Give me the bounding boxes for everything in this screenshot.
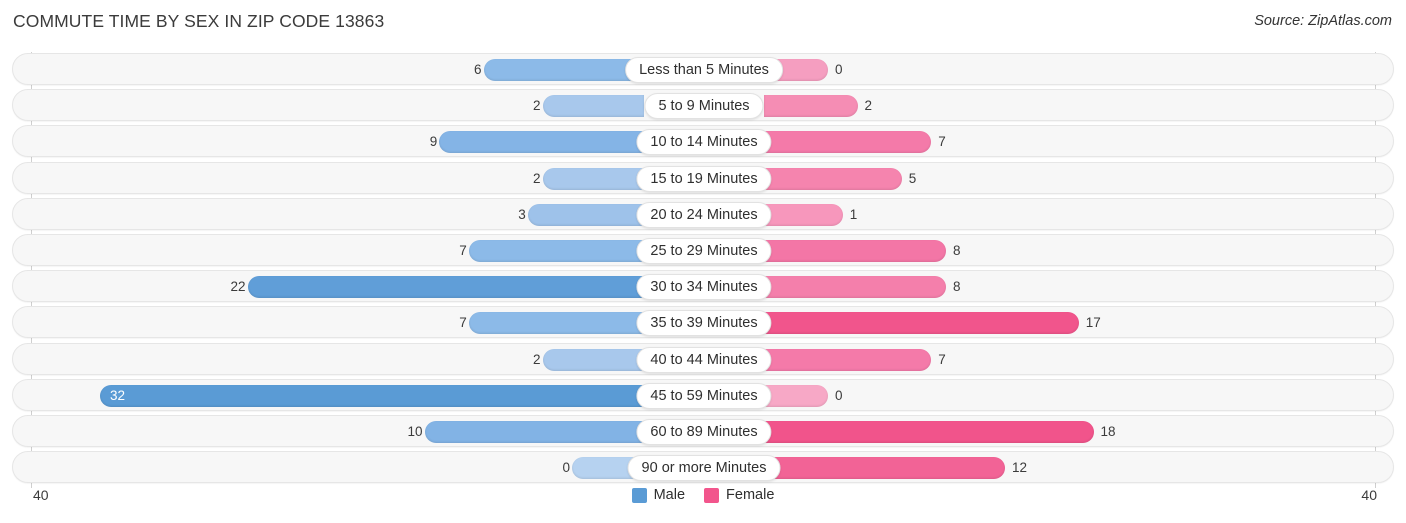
bar-male[interactable] (542, 348, 644, 371)
source-attribution: Source: ZipAtlas.com (1254, 13, 1392, 29)
bar-female[interactable] (764, 95, 858, 118)
value-label-female: 12 (1012, 460, 1028, 476)
bar-male[interactable] (468, 312, 644, 335)
category-label-pill[interactable]: 5 to 9 Minutes (644, 93, 764, 120)
bar-female[interactable] (764, 312, 1079, 335)
bar-female[interactable] (764, 457, 1005, 480)
legend-label-female: Female (726, 487, 775, 503)
value-label-male: 22 (230, 279, 246, 295)
value-label-male: 7 (459, 243, 467, 258)
table-row[interactable]: 6 0 Less than 5 Minutes (12, 53, 1394, 85)
legend-swatch-female-icon (704, 487, 720, 503)
table-row[interactable]: 2 5 15 to 19 Minutes (12, 161, 1394, 194)
value-label-female: 5 (908, 170, 917, 186)
table-row[interactable]: 0 12 90 or more Minutes (12, 451, 1394, 484)
table-row[interactable]: 2 2 5 to 9 Minutes (12, 89, 1394, 122)
table-row[interactable]: 7 17 35 to 39 Minutes (12, 306, 1394, 339)
bar-female[interactable] (764, 384, 828, 407)
plot-area: 6 0 Less than 5 Minutes 2 2 5 to 9 Minutes 9 7 1… (0, 52, 1406, 488)
category-label-pill[interactable]: 60 to 89 Minutes (636, 419, 772, 445)
table-row[interactable]: 10 18 60 to 89 Minutes (12, 415, 1394, 447)
value-label-female: 1 (849, 206, 858, 222)
legend-swatch-male-icon (631, 487, 647, 503)
category-label-pill[interactable]: 15 to 19 Minutes (636, 165, 772, 192)
value-label-female: 18 (1100, 424, 1116, 439)
bar-female[interactable] (764, 240, 946, 262)
category-label-pill[interactable]: 40 to 44 Minutes (636, 346, 772, 373)
value-label-male: 32 (110, 387, 126, 403)
value-label-male: 9 (429, 134, 438, 150)
bar-male[interactable] (247, 276, 644, 299)
category-label-pill[interactable]: 20 to 24 Minutes (636, 201, 772, 228)
value-label-female: 7 (938, 134, 946, 150)
bar-male[interactable] (542, 95, 644, 118)
value-label-male: 7 (459, 315, 467, 331)
value-label-male: 10 (407, 424, 423, 439)
value-label-female: 8 (953, 279, 961, 295)
value-label-male: 2 (532, 98, 541, 114)
bar-male[interactable] (527, 203, 644, 226)
value-label-male: 6 (473, 62, 482, 77)
table-row[interactable]: 32 0 45 to 59 Minutes (12, 378, 1394, 411)
category-label-pill[interactable]: 90 or more Minutes (627, 455, 781, 482)
value-label-male: 3 (518, 206, 526, 222)
value-label-male: 2 (532, 170, 541, 186)
bar-female[interactable] (764, 348, 932, 371)
value-label-male: 2 (532, 351, 541, 367)
page-title: COMMUTE TIME BY SEX IN ZIP CODE 13863 (13, 11, 385, 31)
commute-time-chart: COMMUTE TIME BY SEX IN ZIP CODE 13863 So… (0, 0, 1406, 523)
table-row[interactable]: 3 1 20 to 24 Minutes (12, 197, 1394, 230)
legend-label-male: Male (653, 487, 686, 503)
bar-male[interactable] (483, 59, 644, 81)
category-label-pill[interactable]: 25 to 29 Minutes (636, 238, 772, 264)
table-row[interactable]: 9 7 10 to 14 Minutes (12, 125, 1394, 158)
category-label-pill[interactable]: Less than 5 Minutes (625, 57, 783, 83)
bar-male[interactable] (100, 384, 644, 407)
bar-female[interactable] (764, 203, 843, 226)
value-label-female: 7 (938, 351, 946, 367)
chart-footer: 40 40 Male Female (0, 482, 1406, 523)
bar-female[interactable] (764, 276, 946, 299)
value-label-male: 0 (562, 460, 570, 476)
category-label-pill[interactable]: 30 to 34 Minutes (636, 274, 772, 301)
value-label-female: 2 (864, 98, 873, 114)
bar-male[interactable] (439, 131, 644, 154)
bar-male[interactable] (468, 240, 644, 262)
bar-male[interactable] (424, 421, 644, 443)
category-label-pill[interactable]: 10 to 14 Minutes (636, 129, 772, 156)
bar-male[interactable] (542, 167, 644, 190)
table-row[interactable]: 22 8 30 to 34 Minutes (12, 270, 1394, 303)
value-label-female: 17 (1085, 315, 1101, 331)
table-row[interactable]: 7 8 25 to 29 Minutes (12, 234, 1394, 266)
value-label-female: 0 (835, 62, 843, 77)
legend-item-female[interactable]: Female (704, 487, 774, 503)
category-label-pill[interactable]: 35 to 39 Minutes (636, 310, 772, 337)
value-label-female: 8 (953, 243, 961, 258)
value-label-female: 0 (835, 387, 843, 403)
category-label-pill[interactable]: 45 to 59 Minutes (636, 382, 772, 409)
legend-item-male[interactable]: Male (631, 487, 686, 503)
legend: Male Female (0, 487, 1406, 503)
bar-female[interactable] (764, 167, 902, 190)
table-row[interactable]: 2 7 40 to 44 Minutes (12, 342, 1394, 375)
bar-female[interactable] (764, 421, 1094, 443)
bar-female[interactable] (764, 131, 932, 154)
